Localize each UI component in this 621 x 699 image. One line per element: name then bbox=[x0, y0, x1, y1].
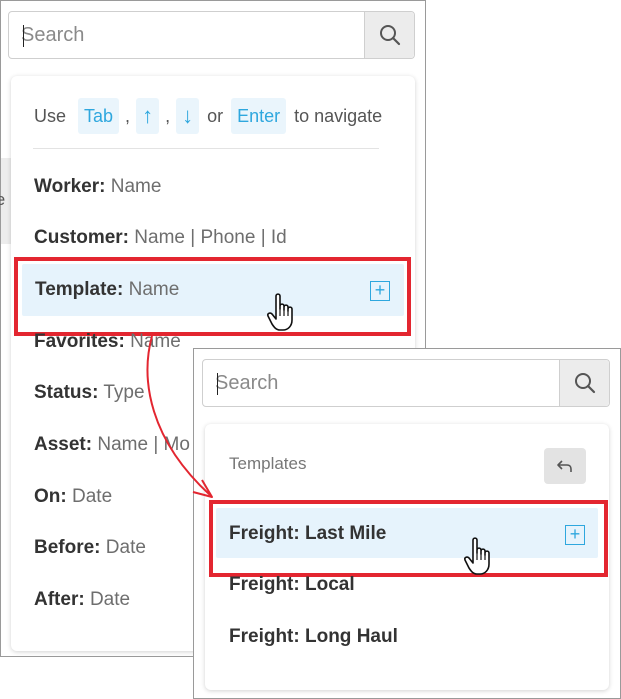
filter-item-status[interactable]: Status: Type bbox=[34, 382, 145, 404]
filter-hint: Name bbox=[124, 331, 181, 352]
arrow-up-key-badge: ↑ bbox=[136, 98, 160, 134]
filter-item-worker[interactable]: Worker: Name bbox=[34, 176, 161, 198]
filter-item-asset[interactable]: Asset: Name | Mo bbox=[34, 434, 190, 456]
undo-arrow-icon bbox=[557, 460, 572, 472]
filter-hint: Type bbox=[98, 382, 145, 403]
filter-label: After: bbox=[34, 589, 85, 610]
filter-hint: Name | Phone | Id bbox=[129, 227, 287, 248]
filter-label: On: bbox=[34, 486, 67, 507]
filter-item-on[interactable]: On: Date bbox=[34, 486, 112, 508]
search-icon bbox=[379, 25, 400, 46]
filter-label: Worker: bbox=[34, 176, 106, 197]
templates-section-title: Templates bbox=[229, 454, 307, 473]
hint-comma-1: , bbox=[125, 105, 131, 126]
hint-suffix-text: to navigate bbox=[294, 105, 383, 126]
hint-use-text: Use bbox=[34, 105, 67, 126]
filter-hint: Name bbox=[105, 176, 162, 197]
tab-key-badge: Tab bbox=[78, 98, 120, 134]
templates-search-bar bbox=[202, 359, 610, 407]
text-caret bbox=[23, 25, 24, 47]
filter-label: Before: bbox=[34, 537, 101, 558]
hand-pointer-cursor-icon bbox=[267, 293, 293, 331]
search-icon bbox=[574, 373, 595, 394]
filter-label: Asset: bbox=[34, 434, 93, 455]
hint-divider bbox=[33, 148, 379, 149]
search-bar bbox=[8, 11, 415, 59]
filter-item-after[interactable]: After: Date bbox=[34, 589, 130, 611]
arrow-down-key-badge: ↓ bbox=[176, 98, 200, 134]
filter-label: Customer: bbox=[34, 227, 130, 248]
templates-search-button[interactable] bbox=[559, 360, 609, 406]
filter-item-favorites[interactable]: Favorites: Name bbox=[34, 331, 181, 353]
hand-pointer-cursor-icon bbox=[464, 537, 490, 575]
template-item-long-haul[interactable]: Freight: Long Haul bbox=[229, 626, 398, 648]
filter-hint: Date bbox=[84, 589, 131, 610]
filter-label: Favorites: bbox=[34, 331, 125, 352]
filter-hint: Date bbox=[66, 486, 113, 507]
search-input[interactable] bbox=[9, 12, 364, 58]
hint-comma-2: , bbox=[165, 105, 171, 126]
filter-item-before[interactable]: Before: Date bbox=[34, 537, 146, 559]
text-caret bbox=[217, 373, 218, 395]
template-item-local[interactable]: Freight: Local bbox=[229, 574, 355, 596]
back-button[interactable] bbox=[544, 448, 586, 484]
templates-search-input[interactable] bbox=[203, 360, 559, 406]
enter-key-badge: Enter bbox=[231, 98, 287, 134]
filter-item-customer[interactable]: Customer: Name | Phone | Id bbox=[34, 227, 287, 249]
background-text-fragment: te bbox=[0, 190, 6, 209]
template-annotation-box bbox=[14, 257, 411, 336]
last-mile-annotation-box bbox=[209, 500, 608, 577]
filter-hint: Name | Mo bbox=[92, 434, 190, 455]
navigation-hint: Use Tab , ↑ , ↓ or Enter to navigate bbox=[34, 98, 388, 134]
search-button[interactable] bbox=[364, 12, 414, 58]
hint-or-text: or bbox=[207, 105, 224, 126]
filter-label: Status: bbox=[34, 382, 99, 403]
filter-hint: Date bbox=[100, 537, 146, 558]
